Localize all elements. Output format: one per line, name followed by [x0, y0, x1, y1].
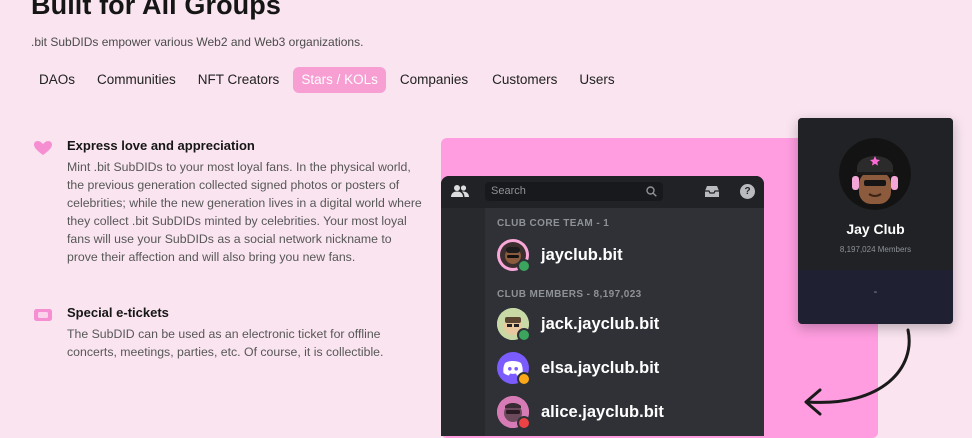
member-name: alice.jayclub.bit	[541, 402, 664, 421]
feature-express-love: Express love and appreciation Mint .bit …	[33, 138, 423, 266]
search-input[interactable]: Search	[485, 182, 663, 201]
page-title: Built for All Groups	[31, 0, 281, 20]
avatar-image	[839, 138, 911, 210]
members-label: CLUB MEMBERS - 8,197,023	[497, 289, 642, 300]
jay-club-avatar	[839, 138, 911, 210]
avatar	[497, 396, 531, 430]
tab-daos[interactable]: DAOs	[31, 67, 83, 93]
feature-title: Special e-tickets	[67, 305, 169, 320]
status-dnd-icon	[517, 416, 531, 430]
list-item[interactable]: jayclub.bit	[497, 238, 623, 273]
heart-icon	[34, 141, 52, 155]
list-item[interactable]: elsa.jayclub.bit	[497, 351, 660, 386]
discord-member-panel: Search ? CLUB CORE TEAM - 1 jayclub.bit …	[441, 176, 764, 436]
channel-rail	[441, 208, 485, 436]
status-online-icon	[517, 328, 531, 342]
group-tabs: DAOs Communities NFT Creators Stars / KO…	[31, 67, 623, 93]
jay-card-footer: -	[873, 286, 878, 298]
tab-communities[interactable]: Communities	[89, 67, 184, 93]
status-online-icon	[517, 259, 531, 273]
avatar	[497, 352, 531, 386]
jay-club-card[interactable]: Jay Club 8,197,024 Members -	[798, 118, 953, 324]
ticket-icon	[34, 309, 52, 321]
tab-users[interactable]: Users	[571, 67, 622, 93]
search-placeholder: Search	[491, 185, 526, 197]
member-name: jayclub.bit	[541, 245, 623, 264]
search-icon	[646, 186, 657, 197]
list-item[interactable]: jack.jayclub.bit	[497, 307, 660, 342]
tab-stars-kols[interactable]: Stars / KOLs	[293, 67, 386, 93]
jay-card-header: Jay Club 8,197,024 Members	[798, 118, 953, 270]
curved-arrow-icon	[804, 328, 911, 416]
member-name: elsa.jayclub.bit	[541, 358, 660, 377]
feature-e-tickets: Special e-tickets The SubDID can be used…	[33, 305, 423, 362]
avatar	[497, 308, 531, 342]
tab-customers[interactable]: Customers	[484, 67, 565, 93]
status-idle-icon	[517, 372, 531, 386]
page-subtitle: .bit SubDIDs empower various Web2 and We…	[31, 35, 364, 49]
members-icon[interactable]	[451, 184, 469, 198]
jay-club-name: Jay Club	[846, 221, 905, 237]
help-icon[interactable]: ?	[740, 184, 755, 199]
feature-text: Mint .bit SubDIDs to your most loyal fan…	[67, 160, 422, 264]
discord-header: Search ?	[441, 176, 764, 208]
tab-nft-creators[interactable]: NFT Creators	[190, 67, 288, 93]
jay-club-members: 8,197,024 Members	[839, 245, 912, 254]
member-name: jack.jayclub.bit	[541, 314, 660, 333]
inbox-icon[interactable]	[704, 185, 720, 198]
tab-companies[interactable]: Companies	[392, 67, 476, 93]
feature-text: The SubDID can be used as an electronic …	[67, 327, 384, 359]
feature-title: Express love and appreciation	[67, 138, 255, 153]
avatar	[497, 239, 531, 273]
list-item[interactable]: alice.jayclub.bit	[497, 395, 664, 430]
core-team-label: CLUB CORE TEAM - 1	[497, 218, 610, 229]
